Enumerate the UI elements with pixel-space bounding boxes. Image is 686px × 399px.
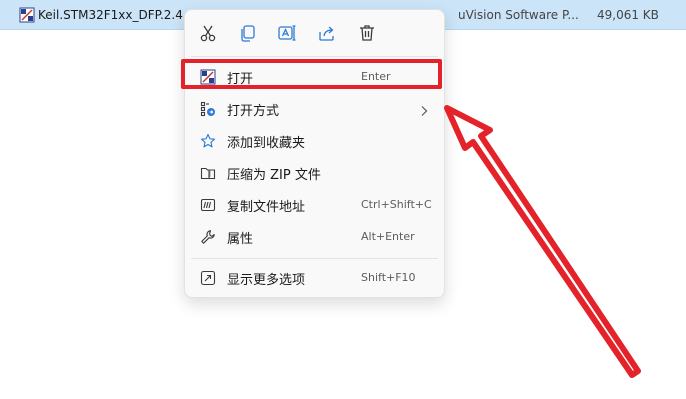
menu-item-label: 属性 — [227, 232, 254, 247]
menu-item-copy-path[interactable]: 复制文件地址 Ctrl+Shift+C — [189, 190, 440, 220]
context-menu: 打开 Enter 打开方式 添加到收藏夹 压缩为 ZIP 文件 复制文件地址 C… — [184, 9, 445, 298]
menu-item-add-favorites[interactable]: 添加到收藏夹 — [189, 126, 440, 156]
shortcut-text: Alt+Enter — [361, 230, 415, 243]
menu-item-open-with[interactable]: 打开方式 — [189, 94, 440, 124]
star-icon — [200, 133, 216, 149]
file-type: uVision Software P... — [458, 8, 579, 22]
rename-icon[interactable] — [276, 22, 298, 44]
show-more-icon — [200, 270, 216, 286]
menu-item-label: 显示更多选项 — [227, 273, 306, 288]
shortcut-text: Shift+F10 — [361, 271, 416, 284]
menu-separator — [191, 56, 438, 57]
open-with-icon — [200, 101, 216, 117]
chevron-right-icon — [419, 102, 429, 116]
menu-item-show-more-options[interactable]: 显示更多选项 Shift+F10 — [189, 263, 440, 293]
menu-separator — [191, 258, 438, 259]
share-icon[interactable] — [316, 22, 338, 44]
menu-item-compress-zip[interactable]: 压缩为 ZIP 文件 — [189, 158, 440, 188]
copy-icon[interactable] — [237, 22, 259, 44]
cut-icon[interactable] — [197, 22, 219, 44]
copy-path-icon — [200, 197, 216, 213]
menu-item-label: 复制文件地址 — [227, 200, 306, 215]
annotation-highlight-box — [181, 59, 442, 89]
file-name: Keil.STM32F1xx_DFP.2.4.1 — [38, 8, 195, 22]
wrench-icon — [200, 229, 216, 245]
uvision-pack-icon — [19, 7, 35, 23]
file-size: 49,061 KB — [597, 8, 659, 22]
shortcut-text: Ctrl+Shift+C — [361, 198, 432, 211]
zip-folder-icon — [200, 165, 216, 181]
menu-item-label: 压缩为 ZIP 文件 — [227, 168, 321, 183]
menu-item-label: 打开方式 — [227, 104, 280, 119]
menu-item-label: 添加到收藏夹 — [227, 136, 306, 151]
menu-item-properties[interactable]: 属性 Alt+Enter — [189, 222, 440, 252]
context-menu-toolbar — [185, 10, 444, 55]
delete-icon[interactable] — [356, 22, 378, 44]
